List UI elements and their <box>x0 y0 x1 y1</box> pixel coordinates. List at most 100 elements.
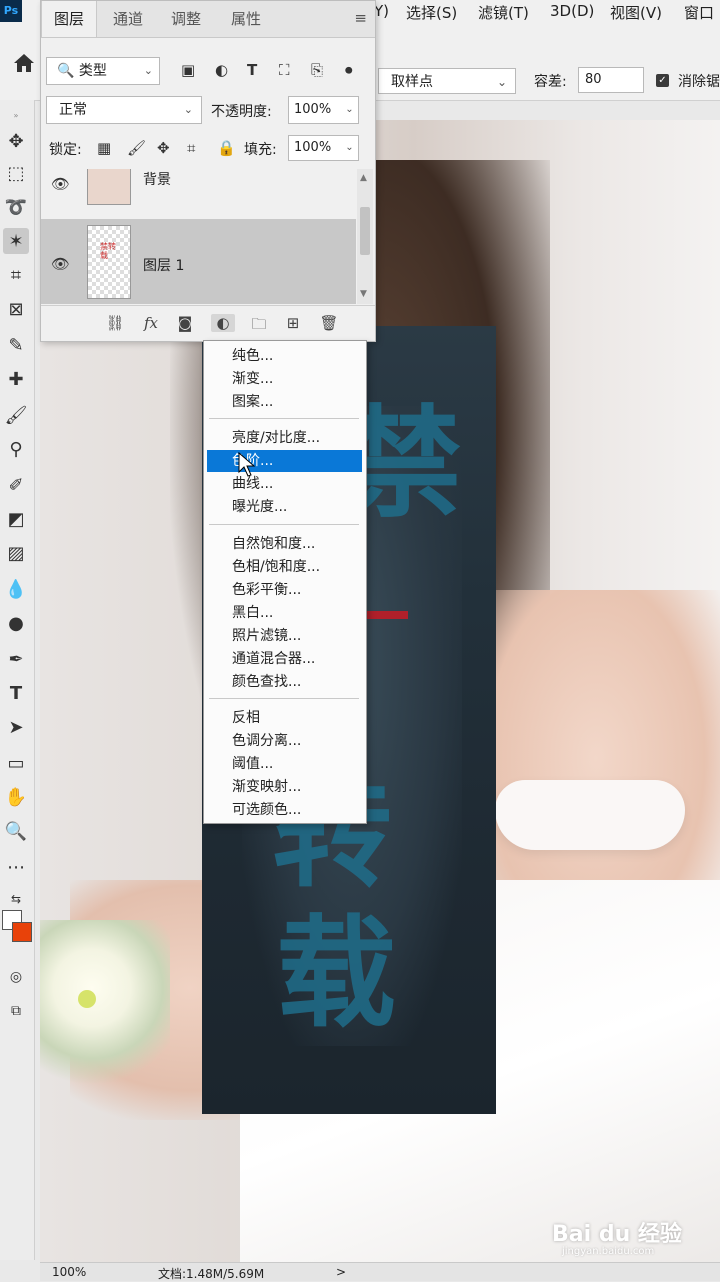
panel-menu-icon[interactable]: ≡ <box>354 9 367 27</box>
menu-item-color-lookup[interactable]: 颜色查找... <box>207 671 362 693</box>
toolbar-collapse-icon[interactable]: » <box>3 102 29 128</box>
filter-adjustment-icon[interactable]: ◐ <box>215 61 228 79</box>
fill-dropdown-icon[interactable]: ⌄ <box>341 135 359 161</box>
menu-item-threshold[interactable]: 阈值... <box>207 753 362 775</box>
lock-position-icon[interactable]: ✥ <box>157 139 170 157</box>
lock-image-icon[interactable]: 🖌 <box>127 139 146 157</box>
move-tool-icon[interactable]: ✥ <box>3 128 29 154</box>
screen-mode-icon[interactable]: ⧉ <box>3 998 29 1024</box>
status-menu-arrow[interactable]: > <box>336 1265 346 1279</box>
menu-item-filter[interactable]: 滤镜(T) <box>478 2 529 23</box>
hand-tool-icon[interactable]: ✋ <box>3 784 29 810</box>
more-tools-icon[interactable]: ⋯ <box>3 854 29 880</box>
antialias-label: 消除锯 <box>678 74 720 90</box>
menu-item-3d[interactable]: 3D(D) <box>550 2 594 20</box>
add-mask-icon[interactable]: ◙ <box>173 314 197 332</box>
tab-channels[interactable]: 通道 <box>101 1 155 37</box>
menu-item-pattern[interactable]: 图案... <box>207 391 362 413</box>
filter-smart-object-icon[interactable]: ⎘ <box>311 61 323 79</box>
menu-item-gradient[interactable]: 渐变... <box>207 368 362 390</box>
menu-item-color-balance[interactable]: 色彩平衡... <box>207 579 362 601</box>
menu-item-levels[interactable]: 色阶... <box>207 450 362 472</box>
clone-stamp-tool-icon[interactable]: ⚲ <box>3 436 29 462</box>
sample-size-select[interactable]: 取样点 ⌄ <box>378 68 516 94</box>
rectangle-tool-icon[interactable]: ▭ <box>3 750 29 776</box>
poster-char-3: 载 <box>276 903 396 1044</box>
menu-item-invert[interactable]: 反相 <box>207 707 362 729</box>
layer-style-fx-icon[interactable]: fx <box>139 314 163 332</box>
menu-item-vibrance[interactable]: 自然饱和度... <box>207 533 362 555</box>
filter-toggle-icon[interactable]: ⏺ <box>345 61 353 79</box>
menu-item-photo-filter[interactable]: 照片滤镜... <box>207 625 362 647</box>
fill-input[interactable]: 100% <box>288 135 342 161</box>
blend-mode-select[interactable]: 正常 ⌄ <box>46 96 202 124</box>
scroll-up-icon[interactable]: ▲ <box>360 173 367 183</box>
menu-item-hue-saturation[interactable]: 色相/饱和度... <box>207 556 362 578</box>
crop-tool-icon[interactable]: ⌗ <box>3 262 29 288</box>
path-selection-tool-icon[interactable]: ➤ <box>3 714 29 740</box>
new-layer-icon[interactable]: ⊞ <box>281 314 305 332</box>
home-icon[interactable] <box>12 52 36 74</box>
tab-layers[interactable]: 图层 <box>41 1 98 37</box>
zoom-tool-icon[interactable]: 🔍 <box>3 818 29 844</box>
menu-item-layer[interactable]: Y) <box>374 2 389 20</box>
menu-item-posterize[interactable]: 色调分离... <box>207 730 362 752</box>
zoom-level[interactable]: 100% <box>52 1265 86 1279</box>
new-group-icon[interactable]: 🗀 <box>247 314 271 339</box>
tab-adjustments[interactable]: 调整 <box>159 1 213 37</box>
tab-properties[interactable]: 属性 <box>219 1 273 37</box>
background-color-swatch[interactable] <box>12 922 32 942</box>
layer-thumbnail: 禁转载 <box>87 225 131 299</box>
healing-brush-tool-icon[interactable]: ✚ <box>3 366 29 392</box>
opacity-input[interactable]: 100% <box>288 96 342 124</box>
menu-item-selective-color[interactable]: 可选颜色... <box>207 799 362 821</box>
antialias-checkbox[interactable]: ✓ <box>656 74 669 87</box>
brush-tool-icon[interactable]: 🖌 <box>3 402 29 428</box>
filter-type-icon[interactable]: T <box>247 61 257 79</box>
scroll-down-icon[interactable]: ▼ <box>360 289 367 299</box>
menu-item-window[interactable]: 窗口 <box>684 2 714 23</box>
menu-item-channel-mixer[interactable]: 通道混合器... <box>207 648 362 670</box>
swap-colors-icon[interactable]: ⇆ <box>3 886 29 912</box>
layer-list-scrollbar[interactable]: ▲ ▼ <box>357 169 373 304</box>
menu-item-select[interactable]: 选择(S) <box>406 2 457 23</box>
pen-tool-icon[interactable]: ✒ <box>3 646 29 672</box>
filter-pixel-icon[interactable]: ▣ <box>181 61 195 79</box>
magic-wand-tool-icon[interactable]: ✶ <box>3 228 29 254</box>
type-tool-icon[interactable]: T <box>3 680 29 706</box>
scroll-thumb[interactable] <box>360 207 370 255</box>
lock-artboard-icon[interactable]: ⌗ <box>187 139 195 157</box>
dodge-tool-icon[interactable]: ● <box>3 610 29 636</box>
layer-filter-select[interactable]: 🔍 类型 ⌄ <box>46 57 160 85</box>
eyedropper-tool-icon[interactable]: ✎ <box>3 332 29 358</box>
menu-item-curves[interactable]: 曲线... <box>207 473 362 495</box>
visibility-eye-icon[interactable]: 👁 <box>51 255 70 273</box>
delete-layer-icon[interactable]: 🗑 <box>317 314 341 332</box>
lasso-tool-icon[interactable]: ➰ <box>3 194 29 220</box>
visibility-eye-icon[interactable]: 👁 <box>51 175 70 193</box>
history-brush-tool-icon[interactable]: ✐ <box>3 472 29 498</box>
quick-mask-icon[interactable]: ◎ <box>3 964 29 990</box>
menu-item-black-white[interactable]: 黑白... <box>207 602 362 624</box>
eraser-tool-icon[interactable]: ◩ <box>3 506 29 532</box>
gradient-tool-icon[interactable]: ▨ <box>3 540 29 566</box>
menu-separator <box>209 418 359 419</box>
adjustment-layer-icon[interactable]: ◐ <box>211 314 235 332</box>
menu-item-exposure[interactable]: 曝光度... <box>207 496 362 518</box>
link-layers-icon[interactable]: ⛓ <box>103 314 127 332</box>
blur-tool-icon[interactable]: 💧 <box>3 576 29 602</box>
lock-transparent-icon[interactable]: ▦ <box>97 139 111 157</box>
marquee-tool-icon[interactable]: ⬚ <box>3 160 29 186</box>
frame-tool-icon[interactable]: ⊠ <box>3 296 29 322</box>
menu-item-gradient-map[interactable]: 渐变映射... <box>207 776 362 798</box>
menu-item-brightness-contrast[interactable]: 亮度/对比度... <box>207 427 362 449</box>
lock-all-icon[interactable]: 🔒 <box>217 139 236 157</box>
opacity-dropdown-icon[interactable]: ⌄ <box>341 96 359 124</box>
mouse-cursor-icon <box>238 452 256 477</box>
menu-item-view[interactable]: 视图(V) <box>610 2 662 23</box>
layer-row-background[interactable]: 👁 背景 <box>41 169 356 209</box>
filter-shape-icon[interactable]: ⛶ <box>279 61 290 79</box>
menu-item-solid-color[interactable]: 纯色... <box>207 345 362 367</box>
tolerance-input[interactable]: 80 <box>578 67 644 93</box>
layer-row-layer1[interactable]: 👁 禁转载 图层 1 <box>41 219 356 304</box>
